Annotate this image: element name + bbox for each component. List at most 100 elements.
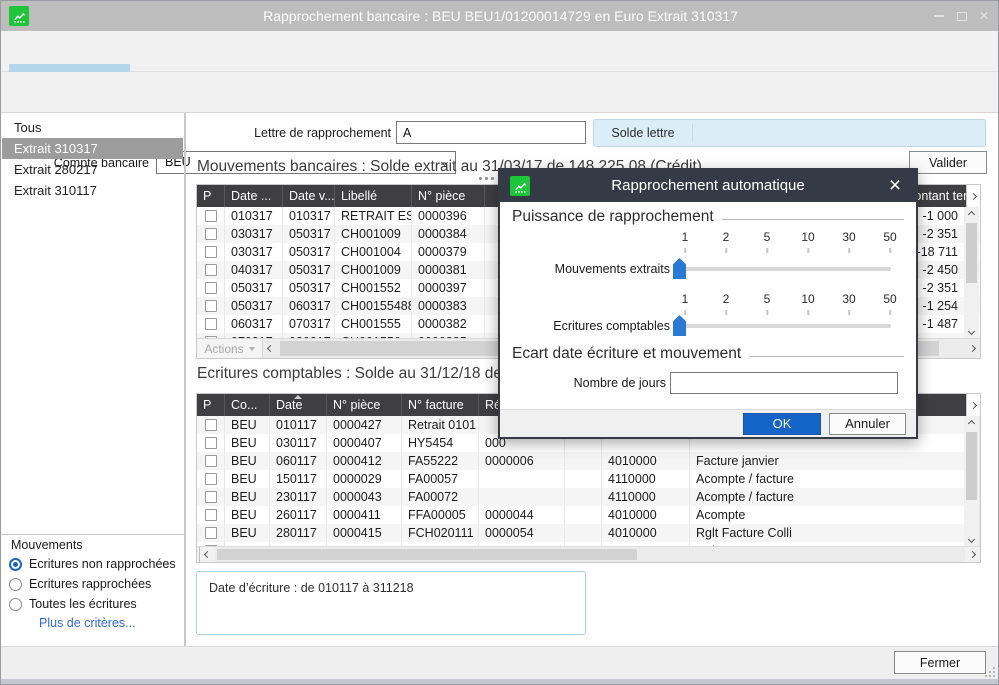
entries-table-row[interactable]: BEU2601170000411FFA0000500000444010000Ac… [197,506,980,524]
scroll-right-icon[interactable] [965,339,980,358]
sidebar-item[interactable]: Extrait 310317 [2,138,183,159]
table-cell: 0000427 [327,416,402,434]
ok-button[interactable]: OK [743,413,821,435]
letter-input[interactable] [396,121,586,144]
close-window-button[interactable]: Fermer [894,651,986,674]
entries-horizontal-scrollbar[interactable] [197,546,980,562]
movements-slider-track[interactable] [679,267,891,271]
column-chooser-button[interactable] [966,394,980,416]
entries-table-row[interactable]: BEU1501170000029FA000574110000Acompte / … [197,470,980,488]
checkbox[interactable] [205,282,217,294]
solde-lettre-label: Solde lettre [594,120,692,146]
entries-table-row[interactable]: BEU2301170000043FA000724110000Acompte / … [197,488,980,506]
slider-tick-mark [807,310,809,315]
column-header[interactable]: N° pièce [327,394,402,416]
entries-slider-label: Ecritures comptables [518,319,670,333]
more-criteria-link[interactable]: Plus de critères... [39,616,136,630]
entries-table-row[interactable]: BEU0601170000412FA5522200000064010000Fac… [197,452,980,470]
table-cell: HY5454 [402,434,479,452]
scroll-right-icon[interactable] [965,547,980,562]
table-cell: 050317 [283,261,335,279]
scroll-up-icon[interactable] [964,207,979,221]
scroll-left-icon[interactable] [263,339,278,358]
checkbox[interactable] [205,455,217,467]
slider-tick-mark [725,310,727,315]
app-icon [510,176,530,196]
radio-option[interactable]: Toutes les écritures [9,594,176,614]
checkbox[interactable] [205,473,217,485]
column-header[interactable]: P [197,394,225,416]
checkbox[interactable] [205,318,217,330]
table-cell: FA55222 [402,452,479,470]
sidebar-item[interactable]: Extrait 280217 [2,159,183,180]
splitter-handle[interactable] [479,176,499,181]
cancel-button[interactable]: Annuler [829,413,906,435]
actions-button[interactable]: Actions [197,339,263,358]
table-cell: 030317 [225,225,283,243]
checkbox-cell [197,279,225,297]
column-header[interactable]: Libellé [335,185,412,207]
solde-divider [692,124,693,142]
checkbox[interactable] [205,509,217,521]
resize-grip[interactable] [985,667,995,677]
table-cell: BEU [225,452,270,470]
scrollbar-track[interactable] [215,547,965,562]
entries-table-row[interactable]: BEU2801170000415FCH02011100000544010000R… [197,524,980,542]
bank-vertical-scrollbar[interactable] [964,207,979,338]
table-cell: 0000415 [327,524,402,542]
entries-vertical-scrollbar[interactable] [964,416,979,546]
minimize-button[interactable] [929,6,949,26]
table-cell: 0000382 [412,315,485,333]
checkbox[interactable] [205,228,217,240]
checkbox[interactable] [205,246,217,258]
column-header[interactable]: Date ... [225,185,283,207]
column-header[interactable]: Date v... [283,185,335,207]
reconciliation-window: Rapprochement bancaire : BEU BEU1/012000… [0,0,999,685]
column-header[interactable]: Co... [225,394,270,416]
dialog-close-icon[interactable]: × [882,174,908,198]
checkbox-cell [197,470,225,488]
scroll-down-icon[interactable] [964,324,979,338]
movements-slider-handle[interactable] [673,258,686,279]
table-cell: FCH020111 [402,524,479,542]
checkbox[interactable] [205,491,217,503]
checkbox[interactable] [205,300,217,312]
slider-tick-label: 50 [883,292,896,306]
days-input[interactable] [670,372,898,394]
checkbox[interactable] [205,210,217,222]
column-header[interactable]: N° pièce [412,185,485,207]
scrollbar-thumb[interactable] [966,432,977,500]
letter-label: Lettre de rapprochement [201,126,391,140]
column-chooser-button[interactable] [966,185,980,207]
checkbox[interactable] [205,264,217,276]
validate-button[interactable]: Valider [909,151,987,174]
maximize-button[interactable] [952,6,972,26]
checkbox-cell [197,261,225,279]
scroll-up-icon[interactable] [964,416,979,430]
scroll-down-icon[interactable] [964,532,979,546]
table-cell: 230117 [270,488,327,506]
table-cell: CH00155488 [335,297,412,315]
column-header[interactable]: P [197,185,225,207]
sidebar-item[interactable]: Tous [2,117,183,138]
sidebar-item[interactable]: Extrait 310117 [2,180,183,201]
scrollbar-thumb[interactable] [217,549,637,560]
column-header[interactable]: Date [270,394,327,416]
entries-slider-track[interactable] [679,324,891,328]
radio-option[interactable]: Ecritures rapprochées [9,574,176,594]
table-cell: 0000411 [327,506,402,524]
scrollbar-thumb[interactable] [966,223,977,283]
checkbox[interactable] [205,527,217,539]
checkbox[interactable] [205,437,217,449]
label-cell: Acompte / facture [690,488,980,506]
gap-group-header: Ecart date écriture et mouvement [512,345,904,363]
table-cell: 050317 [283,279,335,297]
checkbox[interactable] [205,419,217,431]
table-cell: 0000412 [327,452,402,470]
column-header[interactable]: N° facture [402,394,479,416]
radio-option[interactable]: Ecritures non rapprochées [9,554,176,574]
scroll-left-icon[interactable] [200,547,215,562]
close-button[interactable]: × [974,6,994,26]
sort-ascending-icon [294,395,302,399]
entries-slider-handle[interactable] [673,315,686,336]
